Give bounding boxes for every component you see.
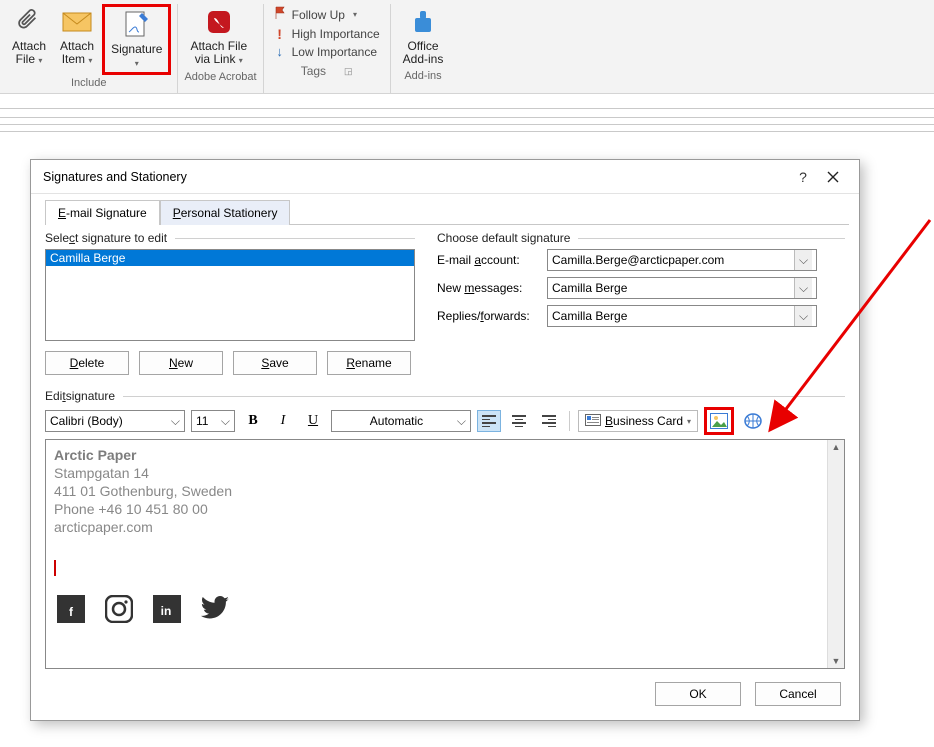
attach-file-button[interactable]: Attach File ▾ — [6, 4, 52, 69]
select-signature-label: Select signature to edit — [45, 231, 415, 245]
insert-hyperlink-button[interactable] — [740, 410, 766, 432]
edit-signature-label: Edit signature — [45, 389, 845, 403]
ribbon-group-addins: Office Add-ins Add-ins — [391, 4, 456, 93]
hyperlink-icon — [743, 412, 763, 430]
document-rule — [0, 108, 934, 118]
editor-scrollbar[interactable]: ▲ ▼ — [827, 440, 844, 668]
office-addins-label: Office Add-ins — [403, 40, 444, 66]
replies-forwards-combo[interactable]: Camilla Berge⌵ — [547, 305, 817, 327]
underline-button[interactable]: U — [301, 410, 325, 432]
business-card-icon — [585, 413, 601, 430]
tab-strip: E-mail Signature Personal Stationery — [45, 200, 849, 225]
ribbon: Attach File ▾ Attach Item ▾ Signature▾ I… — [0, 0, 934, 94]
tags-dialog-launcher[interactable]: ◲ — [340, 66, 353, 77]
envelope-icon — [61, 6, 93, 38]
chevron-down-icon: ▾ — [687, 417, 691, 426]
chevron-down-icon: ⌵ — [794, 278, 812, 298]
follow-up-button[interactable]: Follow Up▾ — [274, 6, 380, 24]
chevron-down-icon: ⌵ — [171, 414, 180, 429]
email-account-label: E-mail account: — [437, 253, 547, 267]
new-messages-combo[interactable]: Camilla Berge⌵ — [547, 277, 817, 299]
save-button[interactable]: Save — [233, 351, 317, 375]
flag-icon — [274, 6, 286, 24]
low-importance-button[interactable]: ↓ Low Importance — [274, 44, 380, 60]
signature-editor[interactable]: Arctic Paper Stampgatan 14 411 01 Gothen… — [45, 439, 845, 669]
facebook-icon: f — [54, 592, 88, 626]
document-rule — [0, 124, 934, 132]
business-card-button[interactable]: Business Card ▾ — [578, 410, 698, 432]
default-signature-section: Choose default signature E-mail account:… — [437, 231, 845, 375]
arrow-down-icon: ↓ — [274, 44, 286, 60]
chevron-down-icon: ⌵ — [457, 414, 466, 429]
bold-button[interactable]: B — [241, 410, 265, 432]
group-label-adobe: Adobe Acrobat — [184, 69, 256, 85]
signatures-dialog: Signatures and Stationery ? E-mail Signa… — [30, 159, 860, 721]
group-label-addins: Add-ins — [397, 68, 450, 84]
attach-via-link-label: Attach File via Link ▾ — [190, 40, 247, 67]
dialog-title: Signatures and Stationery — [43, 170, 791, 184]
ribbon-group-adobe: Attach File via Link ▾ Adobe Acrobat — [178, 4, 263, 93]
dialog-titlebar[interactable]: Signatures and Stationery ? — [31, 160, 859, 194]
ok-button[interactable]: OK — [655, 682, 741, 706]
tab-personal-stationery[interactable]: Personal Stationery — [160, 200, 291, 225]
close-icon — [827, 171, 839, 183]
group-label-tags: Tags — [301, 64, 326, 78]
default-signature-label: Choose default signature — [437, 231, 845, 245]
svg-text:in: in — [161, 604, 172, 618]
high-importance-button[interactable]: ! High Importance — [274, 26, 380, 42]
text-cursor — [54, 560, 56, 576]
dialog-button-row: OK Cancel — [31, 670, 859, 720]
scroll-up-icon: ▲ — [832, 440, 841, 454]
italic-button[interactable]: I — [271, 410, 295, 432]
signature-list-item[interactable]: Camilla Berge — [46, 250, 414, 266]
toolbar-divider — [569, 411, 570, 431]
signature-icon — [121, 9, 153, 41]
ribbon-group-tags: Follow Up▾ ! High Importance ↓ Low Impor… — [264, 4, 391, 93]
instagram-icon — [102, 592, 136, 626]
attach-via-link-button[interactable]: Attach File via Link ▾ — [184, 4, 253, 69]
signature-label: Signature▾ — [111, 43, 162, 70]
replies-forwards-label: Replies/forwards: — [437, 309, 547, 323]
email-account-combo[interactable]: Camilla.Berge@arcticpaper.com⌵ — [547, 249, 817, 271]
signature-button[interactable]: Signature▾ — [102, 4, 171, 75]
editor-toolbar: Calibri (Body)⌵ 11⌵ B I U Automatic⌵ Bus… — [45, 407, 845, 435]
font-color-combo[interactable]: Automatic⌵ — [331, 410, 471, 432]
new-messages-label: New messages: — [437, 281, 547, 295]
attach-item-button[interactable]: Attach Item ▾ — [54, 4, 100, 69]
chevron-down-icon: ⌵ — [794, 250, 812, 270]
insert-picture-button[interactable] — [704, 407, 734, 435]
rename-button[interactable]: Rename — [327, 351, 411, 375]
chevron-down-icon: ⌵ — [221, 414, 230, 429]
social-icons-row: f in — [54, 592, 836, 626]
font-size-combo[interactable]: 11⌵ — [191, 410, 235, 432]
paperclip-icon — [13, 6, 45, 38]
office-addins-button[interactable]: Office Add-ins — [397, 4, 450, 68]
cancel-button[interactable]: Cancel — [755, 682, 841, 706]
twitter-icon — [198, 592, 232, 626]
chevron-down-icon: ⌵ — [794, 306, 812, 326]
tab-email-signature[interactable]: E-mail Signature — [45, 200, 160, 225]
attach-item-label: Attach Item ▾ — [60, 40, 94, 67]
addins-icon — [407, 6, 439, 38]
select-signature-section: Select signature to edit Camilla Berge D… — [45, 231, 415, 375]
signature-listbox[interactable]: Camilla Berge — [45, 249, 415, 341]
close-button[interactable] — [815, 164, 851, 190]
attach-file-label: Attach File ▾ — [12, 40, 46, 67]
exclamation-icon: ! — [274, 26, 286, 42]
delete-button[interactable]: Delete — [45, 351, 129, 375]
align-right-button[interactable] — [537, 410, 561, 432]
help-button[interactable]: ? — [791, 169, 815, 185]
align-center-button[interactable] — [507, 410, 531, 432]
picture-icon — [710, 413, 728, 429]
group-label-include: Include — [6, 75, 171, 91]
font-family-combo[interactable]: Calibri (Body)⌵ — [45, 410, 185, 432]
new-button[interactable]: New — [139, 351, 223, 375]
linkedin-icon: in — [150, 592, 184, 626]
align-left-button[interactable] — [477, 410, 501, 432]
pdf-icon — [203, 6, 235, 38]
scroll-down-icon: ▼ — [832, 654, 841, 668]
ribbon-group-include: Attach File ▾ Attach Item ▾ Signature▾ I… — [0, 4, 178, 93]
